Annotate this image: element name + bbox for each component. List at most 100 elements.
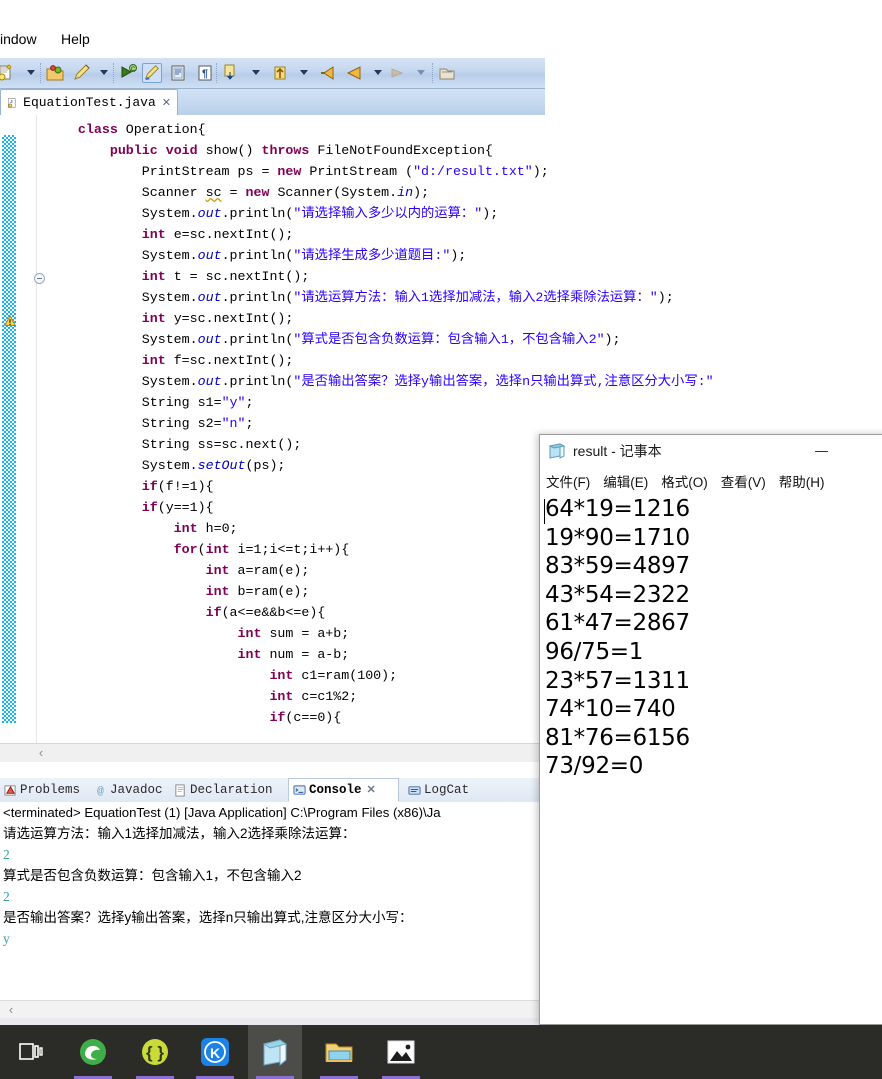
notepad-text-line: 74*10=740 — [545, 696, 676, 723]
code-line: System.setOut(ps); — [46, 458, 286, 473]
code-content[interactable]: class Operation{ public void show() thro… — [46, 119, 714, 728]
code-line: int e=sc.nextInt(); — [141, 227, 294, 242]
back-history-icon[interactable] — [318, 63, 338, 83]
svg-text:¶: ¶ — [202, 68, 208, 80]
code-line: class Operation{ — [77, 122, 206, 137]
editor-tab-strip: J EquationTest.java ✕ — [0, 89, 545, 115]
notepad-text-line: 96/75=1 — [545, 638, 644, 665]
notepad-text-line: 81*76=6156 — [545, 724, 690, 751]
close-icon[interactable]: ✕ — [367, 783, 376, 797]
close-icon[interactable]: ✕ — [162, 96, 171, 109]
notepad-menu-帮助h[interactable]: 帮助(H) — [779, 471, 825, 491]
console-launch-header: <terminated> EquationTest (1) [Java Appl… — [3, 805, 441, 820]
code-line: int y=sc.nextInt(); — [141, 311, 294, 326]
debug-dropdown[interactable] — [252, 70, 260, 75]
svg-text:{ }: { } — [146, 1043, 164, 1062]
menu-help[interactable]: Help — [61, 31, 90, 47]
javadoc-icon: @ — [94, 784, 107, 798]
change-marker-bar — [2, 135, 16, 723]
eclipse-ide-window: indow Help C ¶ J EquationTest.java ✕ cla… — [0, 0, 714, 1025]
view-tab-bar: Problems @ Javadoc Declaration Console ✕ LogCa… — [0, 778, 545, 803]
debug-run-icon[interactable]: C — [118, 63, 138, 83]
notepad-text-line: 73/92=0 — [545, 753, 644, 780]
view-tab-label: Console — [309, 783, 362, 797]
forward-dropdown[interactable] — [417, 70, 425, 75]
console-icon — [293, 784, 306, 797]
code-line: PrintStream ps = new PrintStream ("d:/re… — [46, 164, 549, 179]
notepad-text-area[interactable]: 64*19=1216 19*90=1710 83*59=4897 43*54=2322… — [540, 495, 882, 1024]
view-tab-javadoc[interactable]: @ Javadoc — [90, 778, 176, 802]
open-type-icon[interactable] — [168, 63, 188, 83]
edit-dropdown[interactable] — [100, 70, 108, 75]
menu-window[interactable]: indow — [0, 31, 37, 47]
toolbar-separator-4 — [432, 63, 434, 83]
toolbar-separator — [40, 63, 42, 83]
console-scroll-left-icon[interactable]: ‹ — [4, 1002, 18, 1018]
taskbar: { } K — [0, 1025, 882, 1079]
notepad-menu-文件f[interactable]: 文件(F) — [546, 471, 590, 491]
notepad-menu-查看v[interactable]: 查看(V) — [721, 471, 766, 491]
view-tab-problems[interactable]: Problems — [0, 778, 96, 802]
code-editor[interactable]: class Operation{ public void show() thro… — [0, 115, 714, 744]
view-tab-console[interactable]: Console ✕ — [288, 778, 399, 802]
notepad-window[interactable]: result - 记事本 文件(F) 编辑(E) 格式(O) 查看(V) 帮助(H) 6… — [539, 434, 882, 1025]
notepad-menu-bar: 文件(F) 编辑(E) 格式(O) 查看(V) 帮助(H) — [540, 467, 882, 495]
problems-icon — [4, 784, 17, 797]
notepad-menu-格式o[interactable]: 格式(O) — [661, 471, 708, 491]
view-tab-declaration[interactable]: Declaration — [170, 778, 284, 802]
view-tab-label: LogCat — [424, 783, 470, 797]
run-highlight-icon[interactable] — [142, 63, 162, 83]
editor-gutter[interactable] — [16, 115, 37, 743]
editor-tab-label: EquationTest.java — [23, 95, 156, 110]
new-wizard-dropdown[interactable] — [27, 70, 35, 75]
braces-app-icon[interactable]: { } — [128, 1025, 182, 1079]
paragraph-marks-icon[interactable]: ¶ — [195, 63, 215, 83]
view-tab-logcat[interactable]: LogCat — [404, 778, 490, 802]
editor-tab-equationtest[interactable]: J EquationTest.java ✕ — [0, 89, 178, 115]
console-input-line: 2 — [3, 889, 10, 904]
toolbar-separator-3 — [216, 63, 218, 83]
edge-browser-icon[interactable] — [66, 1025, 120, 1079]
fold-collapse-icon[interactable] — [34, 273, 45, 284]
debug-step-into-icon[interactable] — [221, 63, 241, 83]
editor-horizontal-scrollbar[interactable]: ‹ — [0, 743, 545, 762]
photos-icon[interactable] — [374, 1025, 428, 1079]
console-horizontal-scrollbar[interactable]: ‹ — [0, 1000, 545, 1019]
declaration-icon — [174, 783, 187, 797]
notepad-title-bar[interactable]: result - 记事本 — [540, 435, 882, 467]
run-up-icon[interactable] — [270, 63, 290, 83]
console-output-line: 算式是否包含负数运算：包含输入1，不包含输入2 — [3, 868, 302, 883]
console-view[interactable]: <terminated> EquationTest (1) [Java Appl… — [0, 802, 545, 1000]
code-line: String s1="y"; — [46, 395, 254, 410]
view-tab-label: Javadoc — [110, 783, 163, 797]
notepad-text-line: 64*19=1216 — [545, 496, 690, 522]
code-line: if(y==1){ — [141, 500, 214, 515]
notepad-title: result - 记事本 — [573, 443, 662, 459]
code-line: public void show() throws FileNotFoundEx… — [109, 143, 493, 158]
edit-pencil-icon[interactable] — [72, 63, 92, 83]
code-line: String ss=sc.next(); — [46, 437, 302, 452]
minimize-icon[interactable] — [814, 443, 830, 459]
text-caret — [544, 499, 545, 524]
back-arrow-icon[interactable] — [344, 63, 364, 83]
task-view-icon[interactable] — [4, 1025, 58, 1079]
forward-arrow-icon[interactable] — [388, 63, 408, 83]
java-file-icon: J — [7, 97, 16, 108]
notepad-text-line: 61*47=2867 — [545, 610, 690, 637]
code-line: int sum = a+b; — [237, 626, 350, 641]
back-dropdown[interactable] — [374, 70, 382, 75]
code-line: for(int i=1;i<=t;i++){ — [173, 542, 350, 557]
file-explorer-icon[interactable] — [312, 1025, 366, 1079]
kugou-k-icon[interactable]: K — [188, 1025, 242, 1079]
new-folder-icon[interactable] — [437, 63, 457, 83]
notepad-menu-编辑e[interactable]: 编辑(E) — [603, 471, 648, 491]
notepad-text-line: 19*90=1710 — [545, 524, 690, 551]
notepad-taskbar-icon[interactable] — [248, 1025, 302, 1079]
svg-text:K: K — [210, 1045, 220, 1061]
scroll-left-icon[interactable]: ‹ — [34, 745, 48, 761]
new-wizard-icon[interactable] — [0, 63, 16, 83]
open-package-icon[interactable] — [45, 63, 65, 83]
svg-text:C: C — [131, 67, 136, 73]
run-up-dropdown[interactable] — [300, 70, 308, 75]
toolbar: C ¶ — [0, 58, 545, 89]
